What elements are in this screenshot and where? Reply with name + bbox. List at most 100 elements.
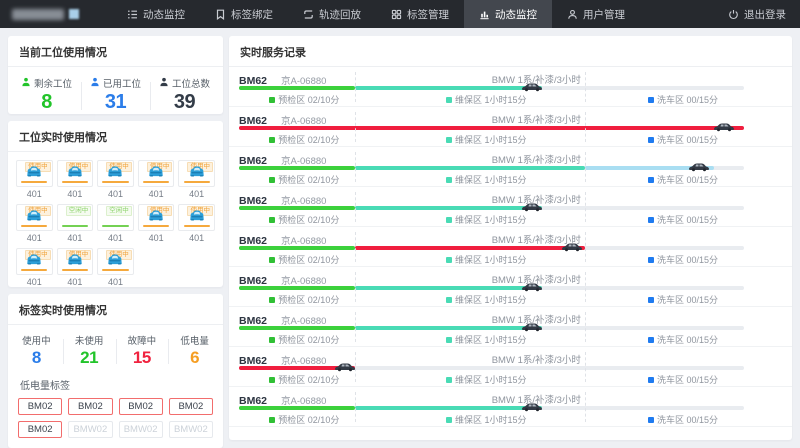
legend-color-square (648, 256, 655, 263)
nav-label: 标签管理 (407, 8, 449, 21)
nav-item-tag-manage[interactable]: 标签管理 (376, 0, 464, 28)
record-legend: 预检区 02/10分 维保区 1小时15分 洗车区 00/15分 (239, 253, 744, 265)
stall-id: 401 (26, 233, 42, 243)
zone-divider (584, 152, 586, 182)
car-front-icon (188, 208, 205, 226)
nav-item-user-manage[interactable]: 用户管理 (552, 0, 640, 28)
legend-color-square (269, 216, 276, 223)
car-front-icon (66, 164, 83, 182)
progress-segment (355, 206, 542, 210)
stat-value: 6 (190, 348, 200, 367)
page-content: 当前工位使用情况 剩余工位 8 已用工位 31 工位总数 39 工位实时使用情况… (0, 28, 800, 448)
stall-cell: 使用中 401 (178, 160, 215, 199)
progress-segment (239, 286, 356, 290)
legend-color-square (648, 376, 655, 383)
low-battery-tag[interactable]: BMW02 (68, 421, 113, 438)
zone-divider (584, 112, 586, 142)
record-progress-bar (239, 363, 744, 372)
nav-item-tag-binding[interactable]: 标签绑定 (200, 0, 288, 28)
low-battery-tag[interactable]: BMW02 (168, 421, 213, 438)
zone-legend: 洗车区 00/15分 (648, 93, 718, 106)
record-progress-bar (239, 83, 744, 92)
legend-color-square (446, 136, 453, 143)
car-side-icon (521, 279, 543, 292)
zone-legend: 洗车区 00/15分 (648, 293, 718, 306)
stall-floor-line (142, 225, 170, 227)
zone-divider (355, 112, 357, 142)
nav-item-dynamic-monitor-active[interactable]: 动态监控 (464, 0, 552, 28)
stall-id: 401 (107, 277, 123, 287)
stall-id: 401 (67, 277, 83, 287)
zone-legend: 预检区 02/10分 (269, 133, 339, 146)
zone-legend: 洗车区 00/15分 (648, 373, 718, 386)
low-battery-tag[interactable]: BM02 (168, 398, 213, 415)
zone-divider (584, 72, 586, 102)
progress-segment (355, 286, 542, 290)
legend-color-square (269, 96, 276, 103)
legend-color-square (446, 216, 453, 223)
progress-segment (355, 406, 542, 410)
nav-label: 动态监控 (495, 8, 537, 21)
service-records-panel: 实时服务记录 BM62 京A-06880 BMW 1系/补漆/3小时 预检区 0… (229, 36, 792, 440)
zone-legend: 洗车区 00/15分 (648, 333, 718, 346)
stall-floor-line (142, 181, 170, 183)
legend-color-square (269, 416, 276, 423)
service-record-list: BM62 京A-06880 BMW 1系/补漆/3小时 预检区 02/10分 维保区… (229, 67, 792, 440)
tag-status-panel: 标签实时使用情况 使用中 8 未使用 21 故障中 15 低电量 6 低电量标签… (8, 294, 223, 448)
zone-legend: 预检区 02/10分 (269, 253, 339, 266)
car-front-icon (66, 252, 83, 270)
record-legend: 预检区 02/10分 维保区 1小时15分 洗车区 00/15分 (239, 133, 744, 145)
stall-grid-panel: 工位实时使用情况 使用中 401 使用中 401 使用中 401 使用中 401… (8, 121, 223, 287)
low-battery-tag[interactable]: BM02 (18, 398, 63, 415)
stall-cell: 使用中 401 (97, 160, 134, 199)
stat-label: 低电量 (180, 336, 209, 347)
nav-item-dynamic-monitor[interactable]: 动态监控 (112, 0, 200, 28)
car-side-icon (521, 199, 543, 212)
zone-legend: 维保区 1小时15分 (446, 253, 527, 266)
panel-title: 当前工位使用情况 (8, 36, 223, 67)
stat-item: 剩余工位 8 (12, 76, 81, 114)
record-legend: 预检区 02/10分 维保区 1小时15分 洗车区 00/15分 (239, 93, 744, 105)
stat-item: 未使用 21 (62, 333, 116, 368)
stat-item: 已用工位 31 (81, 76, 150, 114)
panel-title: 工位实时使用情况 (8, 121, 223, 152)
car-front-icon (188, 164, 205, 182)
low-battery-section-label: 低电量标签 (20, 381, 70, 392)
nav-menu: 动态监控 标签绑定 轨迹回放 标签管理 动态监控 用户管理 (112, 0, 640, 28)
stall-grid: 使用中 401 使用中 401 使用中 401 使用中 401 使用中 401 … (8, 152, 223, 295)
zone-legend: 预检区 02/10分 (269, 213, 339, 226)
logout-button[interactable]: 退出登录 (714, 0, 800, 28)
nav-label: 标签绑定 (231, 8, 273, 21)
low-battery-tag[interactable]: BM02 (18, 421, 63, 438)
service-record-row: BM62 京A-06880 BMW 1系/补漆/3小时 预检区 02/10分 维保区… (229, 107, 792, 147)
legend-color-square (446, 96, 453, 103)
progress-segment (239, 326, 356, 330)
power-icon (729, 9, 738, 19)
zone-divider (355, 312, 357, 342)
stall-id: 401 (107, 189, 123, 199)
panel-title: 标签实时使用情况 (8, 294, 223, 325)
legend-color-square (446, 176, 453, 183)
legend-color-square (648, 336, 655, 343)
bookmark-icon (216, 9, 225, 20)
zone-legend: 洗车区 00/15分 (648, 133, 718, 146)
nav-item-track-replay[interactable]: 轨迹回放 (288, 0, 376, 28)
low-battery-tag[interactable]: BM02 (68, 398, 113, 415)
legend-color-square (269, 176, 276, 183)
stall-cell: 使用中 401 (178, 204, 215, 243)
record-legend: 预检区 02/10分 维保区 1小时15分 洗车区 00/15分 (239, 333, 744, 345)
low-battery-tag[interactable]: BMW02 (118, 421, 163, 438)
stall-summary-stats: 剩余工位 8 已用工位 31 工位总数 39 (8, 67, 223, 124)
person-icon (159, 77, 169, 90)
record-legend: 预检区 02/10分 维保区 1小时15分 洗车区 00/15分 (239, 373, 744, 385)
record-progress-bar (239, 403, 744, 412)
zone-divider (355, 72, 357, 102)
zone-legend: 维保区 1小时15分 (446, 333, 527, 346)
zone-divider (584, 192, 586, 222)
stat-label: 剩余工位 (33, 79, 72, 90)
stall-summary-panel: 当前工位使用情况 剩余工位 8 已用工位 31 工位总数 39 (8, 36, 223, 114)
progress-segment (355, 326, 542, 330)
low-battery-tag[interactable]: BM02 (118, 398, 163, 415)
progress-segment (355, 166, 585, 170)
stall-id: 401 (189, 189, 205, 199)
